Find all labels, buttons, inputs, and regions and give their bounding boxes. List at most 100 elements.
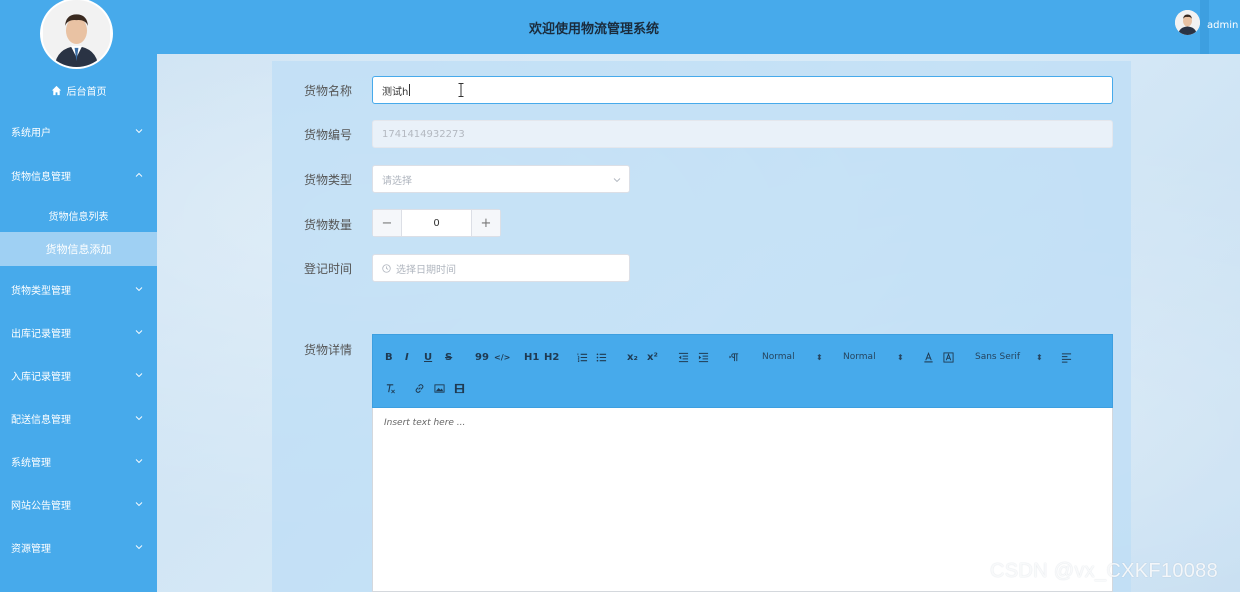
sidebar-item-goods-type[interactable]: 货物类型管理 <box>0 273 157 305</box>
user-avatar[interactable] <box>1175 10 1200 35</box>
goods-code-input: 1741414932273 <box>372 120 1113 148</box>
increment-button[interactable]: + <box>471 210 500 236</box>
strike-icon: S <box>445 351 453 363</box>
text-caret <box>409 84 411 96</box>
header1-button[interactable]: H1 <box>524 350 539 364</box>
size-value: Normal <box>762 352 795 362</box>
chevron-down-icon <box>613 178 621 183</box>
h2-icon: H2 <box>544 351 560 363</box>
watermark: CSDN @vx_CXKF10088 <box>990 560 1219 582</box>
goods-quantity-label: 货物数量 <box>304 218 353 232</box>
sidebar: 后台首页 系统用户 货物信息管理 货物信息列表 货物信息添加 货物类型管理 出库… <box>0 0 157 592</box>
subscript-button[interactable]: x₂ <box>627 350 638 364</box>
sidebar-subitem-goods-list[interactable]: 货物信息列表 <box>0 198 157 232</box>
chevron-down-icon <box>135 545 143 550</box>
menu-label: 货物类型管理 <box>11 285 71 297</box>
italic-button[interactable]: I <box>405 350 409 364</box>
menu-label: 入库记录管理 <box>11 371 71 383</box>
sidebar-item-inbound[interactable]: 入库记录管理 <box>0 359 157 391</box>
decrement-button[interactable]: − <box>373 210 402 236</box>
goods-detail-label: 货物详情 <box>304 343 353 357</box>
submenu-label: 货物信息列表 <box>48 211 109 223</box>
superscript-button[interactable]: x² <box>647 350 658 364</box>
sidebar-item-resources[interactable]: 资源管理 <box>0 531 157 563</box>
datetime-picker-input[interactable]: 选择日期时间 <box>372 254 630 282</box>
clock-icon <box>382 263 391 273</box>
blockquote-button[interactable]: 99 <box>475 350 489 364</box>
sidebar-item-goods-management[interactable]: 货物信息管理 <box>0 159 157 191</box>
top-header <box>157 0 1240 54</box>
align-left-icon <box>1061 352 1072 363</box>
minus-icon: − <box>381 215 393 231</box>
ordered-list-button[interactable] <box>577 350 588 364</box>
bold-button[interactable]: B <box>385 350 393 364</box>
link-button[interactable] <box>414 381 425 395</box>
quote-icon: 99 <box>475 351 489 363</box>
goods-name-input[interactable]: 测试h <box>372 76 1113 104</box>
link-icon <box>415 383 424 393</box>
chevron-down-icon <box>135 330 143 335</box>
editor-placeholder: Insert text here ... <box>384 418 466 428</box>
home-icon <box>51 85 61 95</box>
goods-type-select[interactable]: 请选择 <box>372 165 630 193</box>
sidebar-item-outbound[interactable]: 出库记录管理 <box>0 316 157 348</box>
menu-label: 出库记录管理 <box>11 328 71 340</box>
sidebar-item-system-users[interactable]: 系统用户 <box>0 115 157 147</box>
background-color-button[interactable] <box>943 350 954 364</box>
chevron-down-icon <box>135 502 143 507</box>
goods-code-label: 货物编号 <box>304 128 353 142</box>
profile-avatar[interactable] <box>40 0 113 69</box>
superscript-icon: x² <box>647 351 658 363</box>
bullet-list-icon <box>596 352 607 362</box>
menu-label: 货物信息管理 <box>11 171 71 183</box>
bold-icon: B <box>385 351 393 363</box>
menu-label: 网站公告管理 <box>11 500 71 512</box>
goods-name-value: 测试h <box>382 86 409 98</box>
outdent-button[interactable] <box>678 350 689 364</box>
size-picker[interactable]: Normal <box>762 350 795 364</box>
clear-format-icon <box>386 383 395 393</box>
username[interactable]: admin <box>1207 20 1238 31</box>
image-button[interactable] <box>434 381 445 395</box>
font-color-button[interactable] <box>923 350 934 364</box>
align-button[interactable] <box>1061 350 1072 364</box>
image-icon <box>434 383 445 393</box>
font-color-icon <box>924 351 933 362</box>
sidebar-subitem-goods-add[interactable]: 货物信息添加 <box>0 232 157 266</box>
background-color-icon <box>943 351 954 363</box>
sidebar-item-announcements[interactable]: 网站公告管理 <box>0 488 157 520</box>
text-direction-icon <box>729 352 739 361</box>
sidebar-item-system[interactable]: 系统管理 <box>0 445 157 477</box>
font-picker-arrows-icon[interactable]: ⬍ <box>1036 350 1043 364</box>
size-picker-arrows-icon[interactable]: ⬍ <box>816 350 823 364</box>
underline-button[interactable]: U <box>424 350 432 364</box>
chevron-down-icon <box>135 416 143 421</box>
bullet-list-button[interactable] <box>596 350 607 364</box>
quantity-value[interactable]: 0 <box>402 210 471 236</box>
underline-icon: U <box>424 351 433 363</box>
menu-label: 系统用户 <box>11 127 51 139</box>
video-button[interactable] <box>454 381 465 395</box>
header2-button[interactable]: H2 <box>544 350 559 364</box>
sidebar-item-delivery[interactable]: 配送信息管理 <box>0 402 157 434</box>
indent-button[interactable] <box>698 350 709 364</box>
strike-button[interactable]: S <box>445 350 452 364</box>
clear-format-button[interactable] <box>385 381 396 395</box>
text-direction-button[interactable] <box>729 350 740 364</box>
h1-icon: H1 <box>524 351 540 363</box>
ordered-list-icon <box>577 352 588 362</box>
page-title: 欢迎使用物流管理系统 <box>529 22 660 37</box>
ibeam-cursor-icon <box>458 83 464 97</box>
video-icon <box>454 383 465 393</box>
menu-label: 资源管理 <box>11 543 51 555</box>
submenu-label: 货物信息添加 <box>45 243 112 256</box>
code-block-button[interactable]: </> <box>494 350 510 364</box>
sidebar-home[interactable]: 后台首页 <box>0 80 157 100</box>
header-picker[interactable]: Normal <box>843 350 876 364</box>
register-time-label: 登记时间 <box>304 262 353 276</box>
header-picker-arrows-icon[interactable]: ⬍ <box>897 350 904 364</box>
font-picker[interactable]: Sans Serif <box>975 350 1020 364</box>
menu-label: 系统管理 <box>11 457 51 469</box>
chevron-up-icon <box>135 172 143 177</box>
goods-name-label: 货物名称 <box>304 84 353 98</box>
